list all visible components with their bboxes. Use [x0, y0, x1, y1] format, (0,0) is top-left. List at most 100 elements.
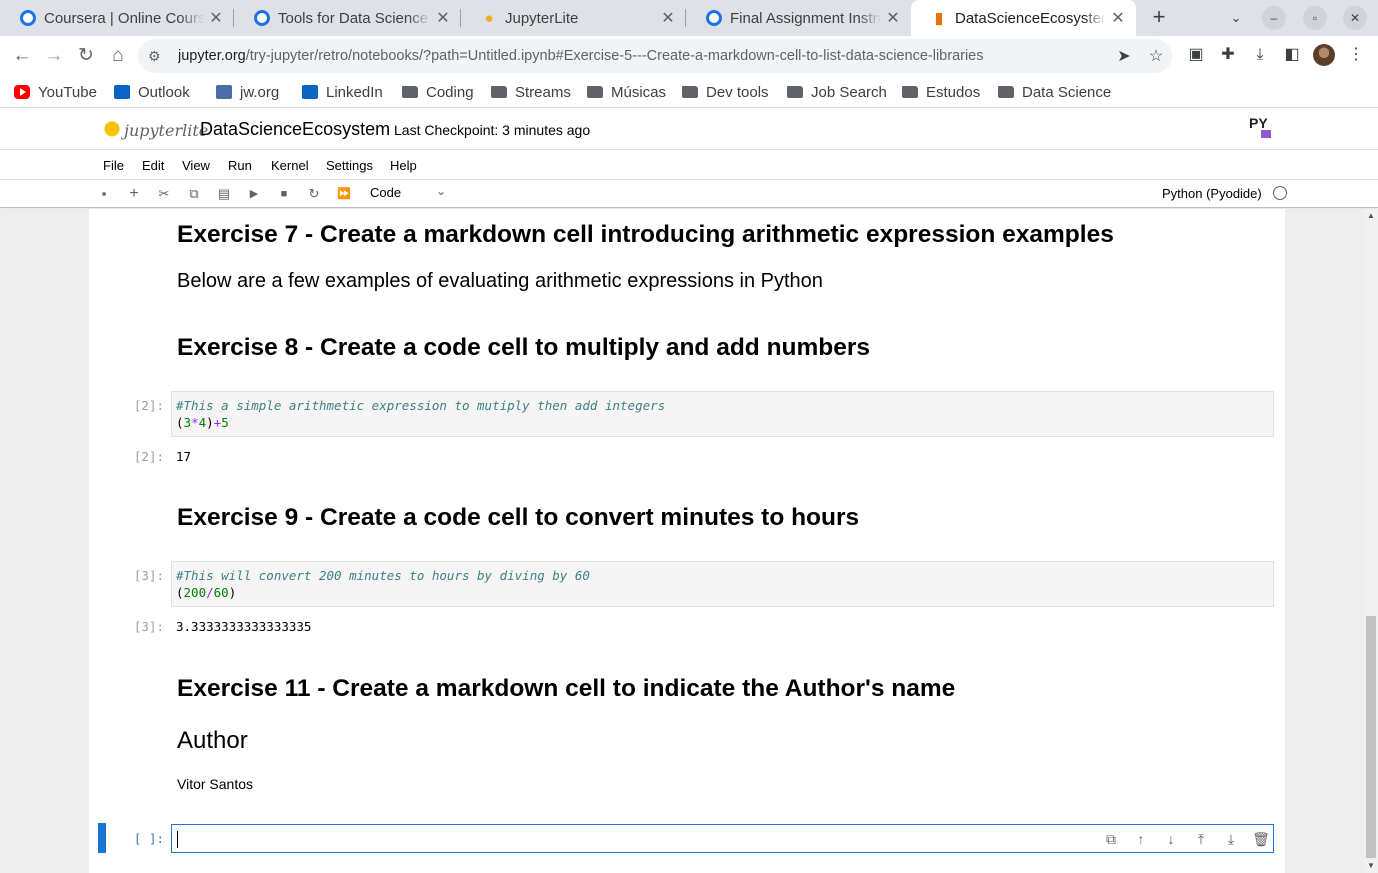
close-tab-icon[interactable]: ✕: [881, 8, 905, 28]
input-prompt: [3]:: [133, 568, 164, 583]
copy-icon[interactable]: ⧉: [185, 185, 203, 203]
bookmark-folder-coding[interactable]: Coding: [402, 81, 474, 103]
bookmark-folder-dev-tools[interactable]: Dev tools: [682, 81, 769, 103]
back-arrow-icon[interactable]: ←: [10, 44, 34, 68]
notebook-title[interactable]: DataScienceEcosystem: [200, 119, 390, 140]
folder-icon: [682, 86, 698, 98]
text-cursor: [177, 831, 178, 848]
code-cell-2[interactable]: #This a simple arithmetic expression to …: [171, 391, 1274, 437]
address-bar[interactable]: ⚙ jupyter.org/try-jupyter/retro/notebook…: [138, 39, 1172, 73]
scrollbar-thumb[interactable]: [1366, 616, 1376, 858]
menu-help[interactable]: Help: [390, 158, 417, 173]
url-text[interactable]: jupyter.org/try-jupyter/retro/notebooks/…: [178, 48, 1108, 64]
output-prompt: [2]:: [133, 449, 164, 464]
maximize-button[interactable]: ▫: [1303, 6, 1327, 30]
close-tab-icon[interactable]: ✕: [431, 8, 455, 28]
menu-edit[interactable]: Edit: [142, 158, 164, 173]
coursera-icon: [20, 10, 36, 26]
send-icon[interactable]: ➤: [1108, 46, 1140, 66]
site-info-icon[interactable]: ⚙: [148, 48, 178, 65]
kebab-menu-icon[interactable]: ⋮: [1345, 44, 1367, 66]
new-tab-button[interactable]: +: [1146, 4, 1172, 30]
bookmark-folder-estudos[interactable]: Estudos: [902, 81, 980, 103]
close-tab-icon[interactable]: ✕: [1106, 8, 1130, 28]
duplicate-cell-icon[interactable]: ⧉: [1102, 830, 1120, 848]
insert-above-icon[interactable]: ⤒: [1192, 830, 1210, 848]
tab-datascienceecosystem[interactable]: ▮ DataScienceEcosystem ✕: [911, 0, 1136, 36]
restart-icon[interactable]: ↻: [305, 185, 323, 203]
close-tab-icon[interactable]: ✕: [656, 8, 680, 28]
forward-arrow-icon[interactable]: →: [42, 44, 66, 68]
scroll-down-icon[interactable]: ▼: [1367, 861, 1375, 870]
cast-icon[interactable]: ▣: [1185, 44, 1207, 66]
save-icon[interactable]: ▪: [95, 185, 113, 203]
folder-icon: [587, 86, 603, 98]
minimize-button[interactable]: –: [1262, 6, 1286, 30]
pyodide-logo-icon: PY: [1249, 116, 1277, 142]
tab-title: JupyterLite: [505, 9, 579, 27]
close-tab-icon[interactable]: ✕: [204, 8, 228, 28]
notebook-scrollbar[interactable]: ▲ ▼: [1364, 209, 1378, 873]
tab-title: Coursera | Online Courses: [44, 9, 204, 27]
side-panel-icon[interactable]: ◧: [1281, 44, 1303, 66]
menu-settings[interactable]: Settings: [326, 158, 373, 173]
linkedin-icon: [302, 85, 318, 99]
menu-kernel[interactable]: Kernel: [271, 158, 309, 173]
output-prompt: [3]:: [133, 619, 164, 634]
code-cell-3[interactable]: #This will convert 200 minutes to hours …: [171, 561, 1274, 607]
coursera-icon: [706, 10, 722, 26]
bookmark-jw-org[interactable]: jw.org: [216, 81, 279, 103]
bookmark-folder-musicas[interactable]: Músicas: [587, 81, 666, 103]
tab-search-chevron-icon[interactable]: ⌄: [1224, 6, 1248, 30]
insert-below-icon[interactable]: ⤓: [1222, 830, 1240, 848]
home-icon[interactable]: ⌂: [106, 44, 130, 68]
bookmark-star-icon[interactable]: ☆: [1140, 46, 1172, 66]
input-prompt: [2]:: [133, 398, 164, 413]
exercise-8-heading: Exercise 8 - Create a code cell to multi…: [177, 334, 871, 361]
reload-icon[interactable]: ↻: [74, 44, 98, 68]
bookmark-folder-data-science[interactable]: Data Science: [998, 81, 1111, 103]
folder-icon: [491, 86, 507, 98]
cut-icon[interactable]: ✂: [155, 185, 173, 203]
stop-icon[interactable]: ■: [275, 185, 293, 203]
cell-output: 17: [176, 449, 192, 464]
tab-coursera[interactable]: Coursera | Online Courses ✕: [0, 0, 234, 36]
author-heading: Author: [177, 727, 248, 754]
move-up-icon[interactable]: ↑: [1132, 830, 1150, 848]
add-cell-icon[interactable]: +: [125, 185, 143, 203]
close-window-button[interactable]: ✕: [1343, 6, 1367, 30]
tab-final-assignment[interactable]: Final Assignment Instructions ✕: [686, 0, 911, 36]
youtube-icon: [14, 85, 30, 99]
move-down-icon[interactable]: ↓: [1162, 830, 1180, 848]
notebook-area: Exercise 7 - Create a markdown cell intr…: [0, 209, 1378, 873]
paste-icon[interactable]: ▤: [215, 185, 233, 203]
bookmark-outlook[interactable]: Outlook: [114, 81, 190, 103]
kernel-name[interactable]: Python (Pyodide): [1162, 186, 1262, 201]
delete-cell-icon[interactable]: 🗑: [1252, 830, 1270, 848]
tab-tools-for-data-science[interactable]: Tools for Data Science - Final ✕: [234, 0, 461, 36]
jupyter-header: jupyterlite DataScienceEcosystem Last Ch…: [0, 109, 1378, 150]
extensions-puzzle-icon[interactable]: ✚: [1217, 44, 1239, 66]
exercise-11-heading: Exercise 11 - Create a markdown cell to …: [177, 675, 956, 702]
menu-view[interactable]: View: [182, 158, 210, 173]
tab-jupyterlite[interactable]: ● JupyterLite ✕: [461, 0, 686, 36]
bookmark-folder-streams[interactable]: Streams: [491, 81, 571, 103]
download-icon[interactable]: ⤓: [1249, 44, 1271, 66]
notebook-toolbar: ▪ + ✂ ⧉ ▤ ▶ ■ ↻ ⏩ Code ⌄ Python (Pyodide…: [0, 180, 1378, 208]
jupyterlite-logo[interactable]: jupyterlite: [102, 116, 208, 144]
run-icon[interactable]: ▶: [245, 185, 263, 203]
profile-avatar[interactable]: [1313, 44, 1335, 66]
scroll-up-icon[interactable]: ▲: [1367, 211, 1375, 220]
active-code-cell-editor[interactable]: ⧉ ↑ ↓ ⤒ ⤓ 🗑: [171, 824, 1274, 853]
code-comment: #This a simple arithmetic expression to …: [176, 398, 666, 413]
bookmark-linkedin[interactable]: LinkedIn: [302, 81, 383, 103]
fast-forward-icon[interactable]: ⏩: [335, 185, 353, 203]
bookmark-youtube[interactable]: YouTube: [14, 81, 97, 103]
bookmark-folder-job-search[interactable]: Job Search: [787, 81, 887, 103]
notebook-cells: Exercise 7 - Create a markdown cell intr…: [0, 209, 1378, 873]
menu-file[interactable]: File: [103, 158, 124, 173]
input-prompt: [ ]:: [133, 831, 164, 846]
cell-type-dropdown[interactable]: Code ⌄: [370, 184, 450, 200]
folder-icon: [787, 86, 803, 98]
menu-run[interactable]: Run: [228, 158, 252, 173]
